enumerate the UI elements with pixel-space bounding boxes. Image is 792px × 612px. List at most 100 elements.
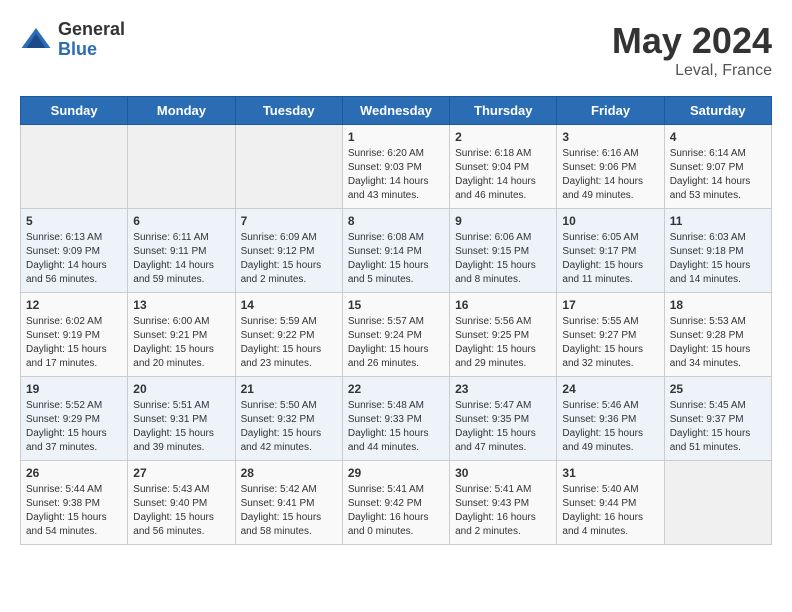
- sunrise-text: Sunrise: 5:57 AM: [348, 316, 424, 327]
- calendar-week-row: 19 Sunrise: 5:52 AM Sunset: 9:29 PM Dayl…: [21, 377, 772, 461]
- sunrise-text: Sunrise: 5:42 AM: [241, 484, 317, 495]
- sunset-text: Sunset: 9:22 PM: [241, 330, 315, 341]
- sunrise-text: Sunrise: 6:08 AM: [348, 232, 424, 243]
- sunrise-text: Sunrise: 6:05 AM: [562, 232, 638, 243]
- daylight-text: Daylight: 15 hours and 34 minutes.: [670, 344, 751, 369]
- weekday-header-row: Sunday Monday Tuesday Wednesday Thursday…: [21, 97, 772, 125]
- calendar-cell: [21, 125, 128, 209]
- cell-info: Sunrise: 5:53 AM Sunset: 9:28 PM Dayligh…: [670, 315, 766, 371]
- calendar-cell: 15 Sunrise: 5:57 AM Sunset: 9:24 PM Dayl…: [342, 293, 449, 377]
- cell-info: Sunrise: 5:50 AM Sunset: 9:32 PM Dayligh…: [241, 399, 337, 455]
- sunset-text: Sunset: 9:19 PM: [26, 330, 100, 341]
- cell-info: Sunrise: 5:45 AM Sunset: 9:37 PM Dayligh…: [670, 399, 766, 455]
- cell-info: Sunrise: 6:13 AM Sunset: 9:09 PM Dayligh…: [26, 231, 122, 287]
- sunrise-text: Sunrise: 6:09 AM: [241, 232, 317, 243]
- sunrise-text: Sunrise: 5:40 AM: [562, 484, 638, 495]
- sunset-text: Sunset: 9:18 PM: [670, 246, 744, 257]
- calendar-cell: 28 Sunrise: 5:42 AM Sunset: 9:41 PM Dayl…: [235, 461, 342, 545]
- sunset-text: Sunset: 9:42 PM: [348, 498, 422, 509]
- sunrise-text: Sunrise: 6:14 AM: [670, 148, 746, 159]
- sunrise-text: Sunrise: 5:55 AM: [562, 316, 638, 327]
- daylight-text: Daylight: 16 hours and 2 minutes.: [455, 512, 536, 537]
- daylight-text: Daylight: 14 hours and 43 minutes.: [348, 176, 429, 201]
- daylight-text: Daylight: 15 hours and 14 minutes.: [670, 260, 751, 285]
- cell-info: Sunrise: 5:41 AM Sunset: 9:43 PM Dayligh…: [455, 483, 551, 539]
- day-number: 31: [562, 466, 658, 480]
- day-number: 28: [241, 466, 337, 480]
- sunrise-text: Sunrise: 5:51 AM: [133, 400, 209, 411]
- sunrise-text: Sunrise: 5:47 AM: [455, 400, 531, 411]
- cell-info: Sunrise: 6:02 AM Sunset: 9:19 PM Dayligh…: [26, 315, 122, 371]
- sunset-text: Sunset: 9:06 PM: [562, 162, 636, 173]
- daylight-text: Daylight: 15 hours and 42 minutes.: [241, 428, 322, 453]
- title-section: May 2024 Leval, France: [612, 20, 772, 80]
- sunset-text: Sunset: 9:12 PM: [241, 246, 315, 257]
- cell-info: Sunrise: 6:14 AM Sunset: 9:07 PM Dayligh…: [670, 147, 766, 203]
- sunrise-text: Sunrise: 5:53 AM: [670, 316, 746, 327]
- sunrise-text: Sunrise: 5:46 AM: [562, 400, 638, 411]
- calendar-cell: 17 Sunrise: 5:55 AM Sunset: 9:27 PM Dayl…: [557, 293, 664, 377]
- calendar-cell: 25 Sunrise: 5:45 AM Sunset: 9:37 PM Dayl…: [664, 377, 771, 461]
- sunset-text: Sunset: 9:31 PM: [133, 414, 207, 425]
- cell-info: Sunrise: 5:41 AM Sunset: 9:42 PM Dayligh…: [348, 483, 444, 539]
- logo: General Blue: [20, 20, 125, 60]
- cell-info: Sunrise: 5:56 AM Sunset: 9:25 PM Dayligh…: [455, 315, 551, 371]
- calendar-cell: 18 Sunrise: 5:53 AM Sunset: 9:28 PM Dayl…: [664, 293, 771, 377]
- cell-info: Sunrise: 6:06 AM Sunset: 9:15 PM Dayligh…: [455, 231, 551, 287]
- cell-info: Sunrise: 6:16 AM Sunset: 9:06 PM Dayligh…: [562, 147, 658, 203]
- sunset-text: Sunset: 9:04 PM: [455, 162, 529, 173]
- calendar-cell: 7 Sunrise: 6:09 AM Sunset: 9:12 PM Dayli…: [235, 209, 342, 293]
- daylight-text: Daylight: 14 hours and 59 minutes.: [133, 260, 214, 285]
- header-wednesday: Wednesday: [342, 97, 449, 125]
- sunrise-text: Sunrise: 5:52 AM: [26, 400, 102, 411]
- cell-info: Sunrise: 5:55 AM Sunset: 9:27 PM Dayligh…: [562, 315, 658, 371]
- cell-info: Sunrise: 5:59 AM Sunset: 9:22 PM Dayligh…: [241, 315, 337, 371]
- daylight-text: Daylight: 15 hours and 49 minutes.: [562, 428, 643, 453]
- daylight-text: Daylight: 14 hours and 49 minutes.: [562, 176, 643, 201]
- cell-info: Sunrise: 6:20 AM Sunset: 9:03 PM Dayligh…: [348, 147, 444, 203]
- cell-info: Sunrise: 6:09 AM Sunset: 9:12 PM Dayligh…: [241, 231, 337, 287]
- day-number: 1: [348, 130, 444, 144]
- calendar-cell: 22 Sunrise: 5:48 AM Sunset: 9:33 PM Dayl…: [342, 377, 449, 461]
- daylight-text: Daylight: 15 hours and 37 minutes.: [26, 428, 107, 453]
- sunset-text: Sunset: 9:17 PM: [562, 246, 636, 257]
- logo-blue-text: Blue: [58, 40, 125, 60]
- calendar-cell: 20 Sunrise: 5:51 AM Sunset: 9:31 PM Dayl…: [128, 377, 235, 461]
- cell-info: Sunrise: 5:43 AM Sunset: 9:40 PM Dayligh…: [133, 483, 229, 539]
- calendar-cell: 29 Sunrise: 5:41 AM Sunset: 9:42 PM Dayl…: [342, 461, 449, 545]
- calendar-cell: 8 Sunrise: 6:08 AM Sunset: 9:14 PM Dayli…: [342, 209, 449, 293]
- cell-info: Sunrise: 5:48 AM Sunset: 9:33 PM Dayligh…: [348, 399, 444, 455]
- header-friday: Friday: [557, 97, 664, 125]
- sunrise-text: Sunrise: 5:59 AM: [241, 316, 317, 327]
- sunset-text: Sunset: 9:29 PM: [26, 414, 100, 425]
- sunrise-text: Sunrise: 6:13 AM: [26, 232, 102, 243]
- calendar-cell: 31 Sunrise: 5:40 AM Sunset: 9:44 PM Dayl…: [557, 461, 664, 545]
- calendar-cell: 4 Sunrise: 6:14 AM Sunset: 9:07 PM Dayli…: [664, 125, 771, 209]
- daylight-text: Daylight: 14 hours and 56 minutes.: [26, 260, 107, 285]
- sunset-text: Sunset: 9:14 PM: [348, 246, 422, 257]
- calendar-week-row: 12 Sunrise: 6:02 AM Sunset: 9:19 PM Dayl…: [21, 293, 772, 377]
- calendar-cell: 14 Sunrise: 5:59 AM Sunset: 9:22 PM Dayl…: [235, 293, 342, 377]
- calendar-cell: 30 Sunrise: 5:41 AM Sunset: 9:43 PM Dayl…: [450, 461, 557, 545]
- day-number: 20: [133, 382, 229, 396]
- logo-text: General Blue: [58, 20, 125, 60]
- month-year-title: May 2024: [612, 20, 772, 62]
- sunrise-text: Sunrise: 5:43 AM: [133, 484, 209, 495]
- calendar-cell: 24 Sunrise: 5:46 AM Sunset: 9:36 PM Dayl…: [557, 377, 664, 461]
- sunrise-text: Sunrise: 6:03 AM: [670, 232, 746, 243]
- daylight-text: Daylight: 16 hours and 4 minutes.: [562, 512, 643, 537]
- sunrise-text: Sunrise: 5:48 AM: [348, 400, 424, 411]
- day-number: 12: [26, 298, 122, 312]
- day-number: 6: [133, 214, 229, 228]
- sunrise-text: Sunrise: 6:20 AM: [348, 148, 424, 159]
- cell-info: Sunrise: 5:57 AM Sunset: 9:24 PM Dayligh…: [348, 315, 444, 371]
- day-number: 8: [348, 214, 444, 228]
- calendar-cell: 1 Sunrise: 6:20 AM Sunset: 9:03 PM Dayli…: [342, 125, 449, 209]
- daylight-text: Daylight: 15 hours and 17 minutes.: [26, 344, 107, 369]
- cell-info: Sunrise: 5:42 AM Sunset: 9:41 PM Dayligh…: [241, 483, 337, 539]
- daylight-text: Daylight: 15 hours and 58 minutes.: [241, 512, 322, 537]
- calendar-cell: 19 Sunrise: 5:52 AM Sunset: 9:29 PM Dayl…: [21, 377, 128, 461]
- daylight-text: Daylight: 15 hours and 51 minutes.: [670, 428, 751, 453]
- sunset-text: Sunset: 9:27 PM: [562, 330, 636, 341]
- sunset-text: Sunset: 9:36 PM: [562, 414, 636, 425]
